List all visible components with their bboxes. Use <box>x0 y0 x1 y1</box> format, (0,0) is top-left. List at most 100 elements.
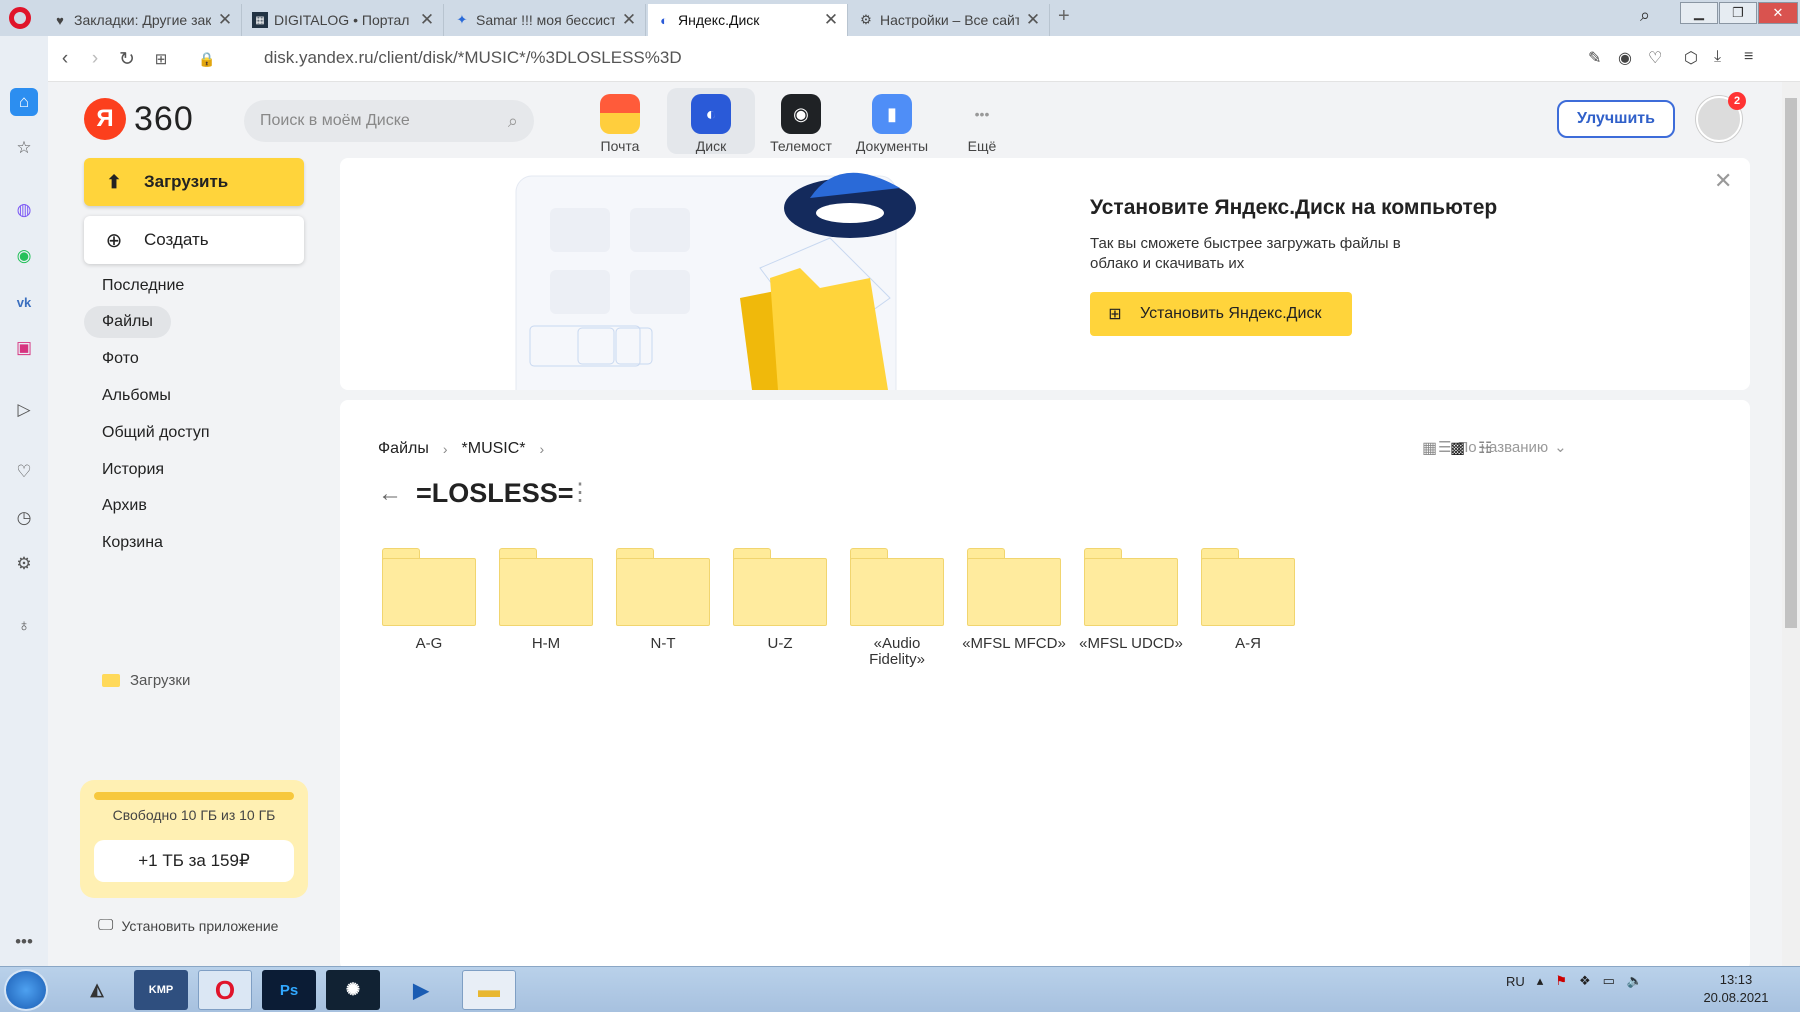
nav-trash[interactable]: Корзина <box>84 527 181 559</box>
heart-icon[interactable]: ♡ <box>10 458 38 486</box>
tab-yandex-disk[interactable]: ◐ Яндекс.Диск ✕ <box>648 4 848 36</box>
taskbar-app-kmplayer[interactable]: KMP <box>134 970 188 1010</box>
tabs-grid-icon[interactable]: ⊞ <box>148 46 174 72</box>
gear-icon[interactable]: ⚙ <box>10 550 38 578</box>
reload-icon[interactable]: ↻ <box>114 46 140 72</box>
star-icon[interactable]: ☆ <box>10 134 38 162</box>
heart-icon[interactable]: ♡ <box>1648 48 1662 68</box>
tab-bookmarks[interactable]: ♥ Закладки: Другие закладк ✕ <box>44 4 242 36</box>
search-icon[interactable]: ⌕ <box>508 111 518 132</box>
scrollbar-thumb[interactable] <box>1785 98 1797 628</box>
close-icon[interactable]: ✕ <box>621 10 637 30</box>
taskbar-app-fox[interactable]: ◭ <box>70 970 124 1010</box>
back-nav-icon[interactable]: ‹ <box>52 46 78 72</box>
install-app-link[interactable]: 🖵 Установить приложение <box>98 917 278 935</box>
player-icon[interactable]: ▷ <box>10 396 38 424</box>
nav-shared[interactable]: Общий доступ <box>84 417 228 449</box>
search-tabs-icon[interactable]: ⌕ <box>1640 5 1650 26</box>
taskbar-app-media[interactable]: ▶ <box>394 970 448 1010</box>
breadcrumb-files[interactable]: Файлы <box>378 440 429 458</box>
vk-icon[interactable]: vk <box>10 288 38 316</box>
maximize-button[interactable]: ❐ <box>1719 2 1757 24</box>
more-icon[interactable]: ••• <box>10 928 38 956</box>
nav-recent[interactable]: Последние <box>84 270 202 302</box>
page-scrollbar[interactable] <box>1782 82 1800 966</box>
tab-digitalog[interactable]: ▦ DIGITALOG • Портал ✕ <box>244 4 444 36</box>
folder-item[interactable]: «Audio Fidelity» <box>838 548 956 688</box>
search-input[interactable]: Поиск в моём Диске ⌕ <box>244 100 534 142</box>
breadcrumb-music[interactable]: *MUSIC* <box>462 440 526 458</box>
nav-photo[interactable]: Фото <box>84 343 157 375</box>
cube-icon[interactable]: ⬡ <box>1684 48 1698 68</box>
dropbox-icon[interactable]: ❖ <box>1579 973 1591 989</box>
minimize-button[interactable]: ▁ <box>1680 2 1718 24</box>
create-button[interactable]: ⊕ Создать <box>84 216 304 264</box>
nav-downloads[interactable]: Загрузки <box>102 672 190 689</box>
forward-nav-icon[interactable]: › <box>82 46 108 72</box>
service-disk[interactable]: ◐ Диск <box>667 88 755 154</box>
menu-icon[interactable]: ≡ <box>1744 48 1753 66</box>
taskbar-app-opera[interactable]: O <box>198 970 252 1010</box>
logo[interactable]: Я 360 <box>84 98 194 140</box>
taskbar-app-photoshop[interactable]: Ps <box>262 970 316 1010</box>
storage-card: Свободно 10 ГБ из 10 ГБ +1 ТБ за 159₽ <box>80 780 308 898</box>
url-field[interactable]: disk.yandex.ru/client/disk/*MUSIC*/%3DLO… <box>264 48 682 68</box>
nav-history[interactable]: История <box>84 454 182 486</box>
tab-samar[interactable]: ✦ Samar !!! моя бессистемн ✕ <box>446 4 646 36</box>
service-mail[interactable]: Почта <box>576 88 664 154</box>
mail-icon <box>600 94 640 134</box>
back-arrow-icon[interactable]: ← <box>378 480 402 508</box>
upgrade-button[interactable]: Улучшить <box>1557 100 1675 138</box>
nav-files[interactable]: Файлы <box>84 306 171 338</box>
opera-logo-icon[interactable] <box>9 7 31 29</box>
more-vertical-icon[interactable]: ⋮ <box>568 478 592 507</box>
home-icon[interactable]: ⌂ <box>10 88 38 116</box>
tray-arrow-icon[interactable]: ▴ <box>1537 973 1544 989</box>
folder-item[interactable]: А-Я <box>1189 548 1307 688</box>
close-icon[interactable]: ✕ <box>217 10 233 30</box>
close-icon[interactable]: ✕ <box>1025 10 1041 30</box>
folder-item[interactable]: «MFSL MFCD» <box>955 548 1073 688</box>
install-disk-button[interactable]: ⊞ Установить Яндекс.Диск <box>1090 292 1352 336</box>
promo-banner: Установите Яндекс.Диск на компьютер Так … <box>340 158 1750 390</box>
folder-item[interactable]: «MFSL UDCD» <box>1072 548 1190 688</box>
bulb-icon[interactable]: ♁ <box>10 612 38 640</box>
language-indicator[interactable]: RU <box>1506 974 1525 989</box>
view-tiles-icon[interactable]: ▩ <box>1450 438 1465 458</box>
service-documents[interactable]: ▮ Документы <box>848 88 936 154</box>
close-icon[interactable]: ✕ <box>419 10 435 30</box>
whatsapp-icon[interactable]: ◉ <box>10 242 38 270</box>
volume-icon[interactable]: 🔈 <box>1627 973 1643 989</box>
taskbar-app-explorer[interactable]: ▬ <box>462 970 516 1010</box>
start-button[interactable] <box>4 969 48 1011</box>
folder-item[interactable]: H-M <box>487 548 605 688</box>
nav-archive[interactable]: Архив <box>84 490 165 522</box>
buy-storage-button[interactable]: +1 ТБ за 159₽ <box>94 840 294 882</box>
download-icon[interactable]: ⤓ <box>1714 48 1721 66</box>
folder-item[interactable]: U-Z <box>721 548 839 688</box>
view-list-icon[interactable]: ☷ <box>1478 438 1492 458</box>
taskbar-app-fan[interactable]: ✺ <box>326 970 380 1010</box>
service-telemost[interactable]: ◉ Телемост <box>757 88 845 154</box>
close-icon[interactable]: ✕ <box>823 10 839 30</box>
tab-settings[interactable]: ⚙ Настройки – Все сайты ✕ <box>850 4 1050 36</box>
window-close-button[interactable]: ✕ <box>1758 2 1798 24</box>
clock[interactable]: 13:13 20.08.2021 <box>1696 971 1776 1007</box>
folder-icon <box>102 674 120 687</box>
nav-albums[interactable]: Альбомы <box>84 380 189 412</box>
service-more[interactable]: ••• Ещё <box>938 88 1026 154</box>
folder-item[interactable]: N-T <box>604 548 722 688</box>
instagram-icon[interactable]: ▣ <box>10 334 38 362</box>
new-tab-button[interactable]: + <box>1058 5 1070 28</box>
folder-item[interactable]: A-G <box>370 548 488 688</box>
history-icon[interactable]: ◷ <box>10 504 38 532</box>
promo-text: Так вы сможете быстрее загружать файлы в… <box>1090 235 1401 272</box>
display-icon[interactable]: ▭ <box>1603 973 1615 989</box>
close-icon[interactable]: ✕ <box>1714 168 1732 194</box>
camera-icon[interactable]: ◉ <box>1618 48 1632 68</box>
edit-icon[interactable]: ✎ <box>1588 48 1601 68</box>
view-large-tiles-icon[interactable]: ▦ <box>1422 438 1437 458</box>
messenger-icon[interactable]: ◍ <box>10 196 38 224</box>
upload-button[interactable]: ⬆ Загрузить <box>84 158 304 206</box>
network-icon[interactable]: ⚑ <box>1555 973 1567 989</box>
